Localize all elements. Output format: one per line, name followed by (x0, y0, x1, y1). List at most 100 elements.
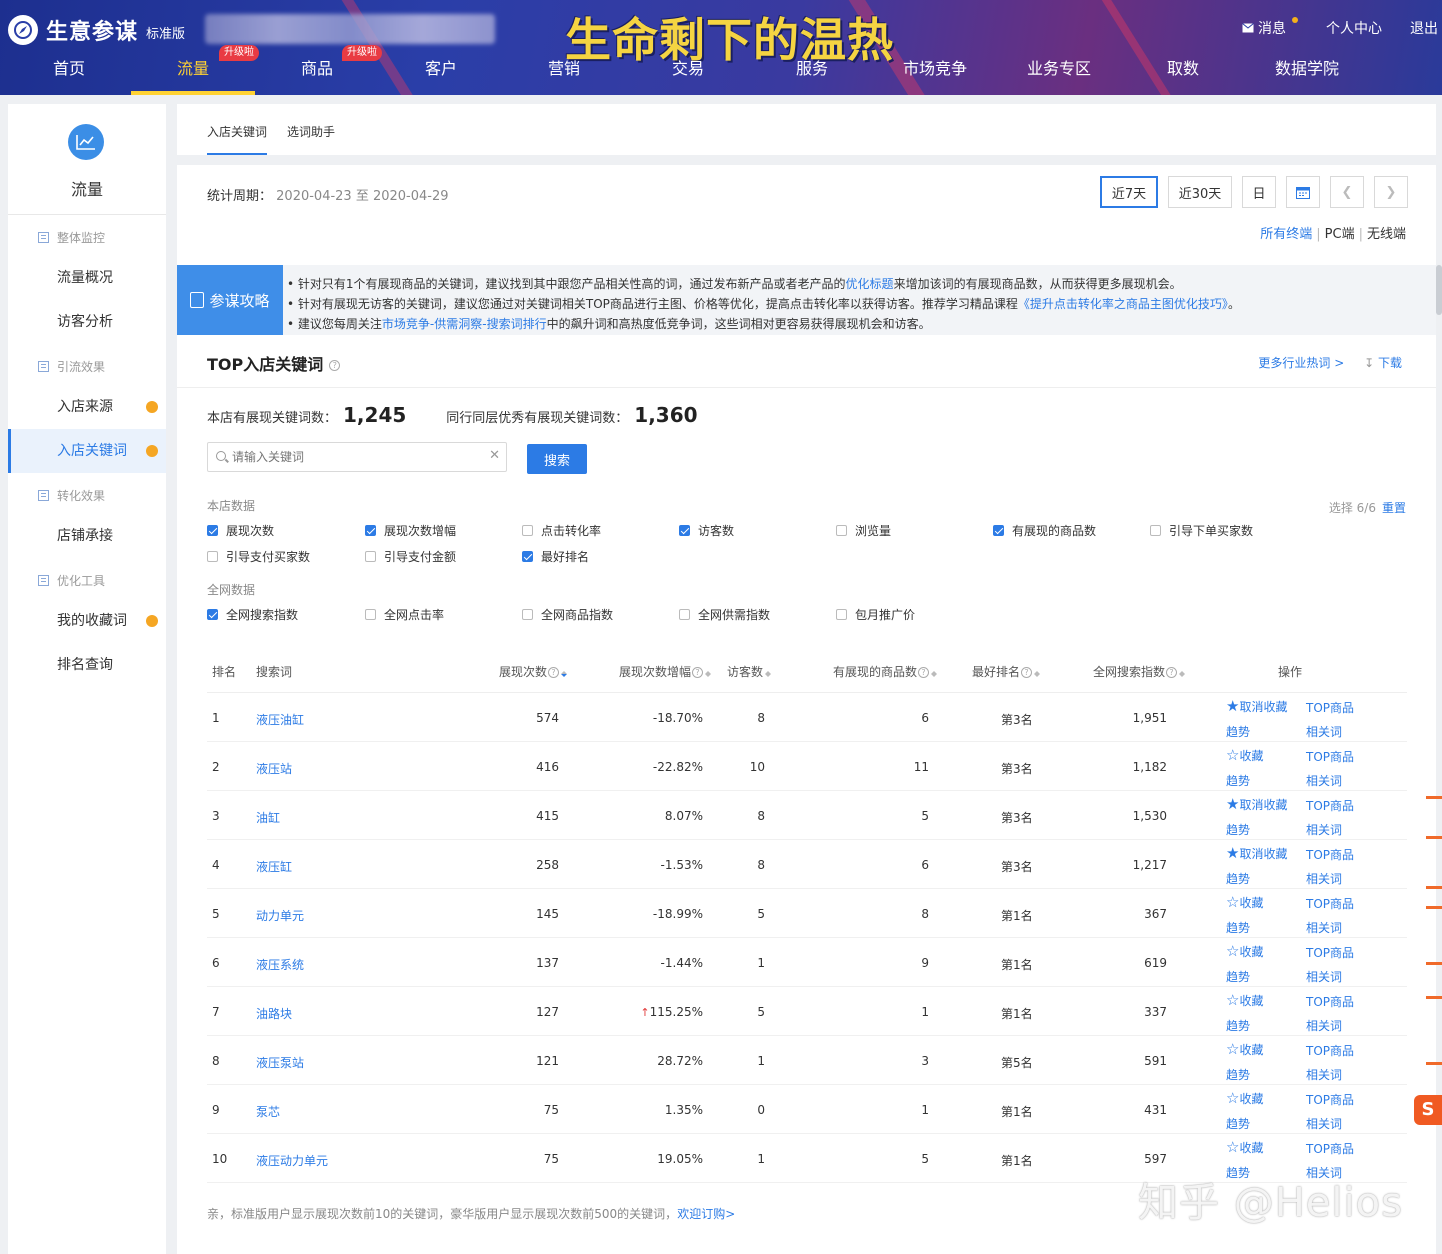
last-7-days-button[interactable]: 近7天 (1100, 176, 1158, 208)
search-input[interactable] (232, 443, 482, 471)
nav-business-zone[interactable]: 业务专区 (1014, 58, 1104, 95)
nav-academy[interactable]: 数据学院 (1262, 58, 1352, 95)
brand-logo[interactable]: 生意参谋 标准版 (8, 14, 185, 46)
top-products-link[interactable]: TOP商品 (1306, 699, 1354, 716)
sidebar-item-favorite-words[interactable]: 我的收藏词 (8, 599, 166, 643)
top-products-link[interactable]: TOP商品 (1306, 797, 1354, 814)
metric-checkbox[interactable]: 有展现的商品数 (993, 522, 1096, 539)
trend-link[interactable]: 趋势 (1226, 919, 1250, 936)
favorite-toggle[interactable]: ☆收藏 (1226, 942, 1263, 960)
related-words-link[interactable]: 相关词 (1306, 821, 1342, 838)
scrollbar[interactable] (1436, 265, 1442, 315)
favorite-toggle[interactable]: ☆收藏 (1226, 1089, 1263, 1107)
favorite-toggle[interactable]: ☆收藏 (1226, 893, 1263, 911)
top-products-link[interactable]: TOP商品 (1306, 944, 1354, 961)
cell-keyword[interactable]: 液压缸 (256, 858, 292, 875)
nav-traffic[interactable]: 流量 升级啦 (131, 45, 259, 95)
download-link[interactable]: 下载 (1378, 356, 1402, 370)
header-visitors[interactable]: 访客数 (727, 663, 772, 680)
nav-trade[interactable]: 交易 (649, 58, 727, 95)
header-growth[interactable]: 展现次数增幅? (619, 663, 712, 680)
related-words-link[interactable]: 相关词 (1306, 919, 1342, 936)
favorite-toggle[interactable]: ★取消收藏 (1226, 795, 1287, 813)
metric-checkbox[interactable]: 访客数 (679, 522, 734, 539)
clear-icon[interactable]: ✕ (489, 448, 500, 463)
trend-link[interactable]: 趋势 (1226, 870, 1250, 887)
metric-checkbox[interactable]: 包月推广价 (836, 606, 915, 623)
cell-keyword[interactable]: 液压动力单元 (256, 1152, 328, 1169)
cell-keyword[interactable]: 液压油缸 (256, 711, 304, 728)
cell-keyword[interactable]: 液压站 (256, 760, 292, 777)
favorite-toggle[interactable]: ☆收藏 (1226, 746, 1263, 764)
related-words-link[interactable]: 相关词 (1306, 968, 1342, 985)
related-words-link[interactable]: 相关词 (1306, 1017, 1342, 1034)
trend-link[interactable]: 趋势 (1226, 772, 1250, 789)
course-link[interactable]: 《提升点击转化率之商品主图优化技巧》 (1018, 297, 1228, 311)
top-products-link[interactable]: TOP商品 (1306, 1042, 1354, 1059)
sidebar-item-rank-query[interactable]: 排名查询 (8, 643, 166, 687)
cell-keyword[interactable]: 油缸 (256, 809, 280, 826)
cell-keyword[interactable]: 泵芯 (256, 1103, 280, 1120)
metric-checkbox[interactable]: 展现次数 (207, 522, 274, 539)
metric-checkbox[interactable]: 引导支付买家数 (207, 548, 310, 565)
nav-products[interactable]: 商品 升级啦 (278, 45, 382, 95)
tab-store-keywords[interactable]: 入店关键词 (207, 123, 268, 155)
related-words-link[interactable]: 相关词 (1306, 1066, 1342, 1083)
trend-link[interactable]: 趋势 (1226, 1115, 1250, 1132)
nav-marketing[interactable]: 营销 (525, 58, 603, 95)
device-mobile[interactable]: 无线端 (1367, 227, 1406, 242)
cell-keyword[interactable]: 油路块 (256, 1005, 292, 1022)
prev-period-button[interactable]: ❮ (1330, 176, 1364, 208)
optimize-title-link[interactable]: 优化标题 (846, 277, 894, 291)
sidebar-item-sources[interactable]: 入店来源 (8, 385, 166, 429)
top-products-link[interactable]: TOP商品 (1306, 1091, 1354, 1108)
sidebar-item-store-landing[interactable]: 店铺承接 (8, 514, 166, 558)
related-words-link[interactable]: 相关词 (1306, 772, 1342, 789)
trend-link[interactable]: 趋势 (1226, 968, 1250, 985)
metric-checkbox[interactable]: 全网供需指数 (679, 606, 770, 623)
related-words-link[interactable]: 相关词 (1306, 723, 1342, 740)
logout-link[interactable]: 退出 (1410, 18, 1438, 38)
tab-keyword-assistant[interactable]: 选词助手 (287, 123, 335, 140)
top-products-link[interactable]: TOP商品 (1306, 895, 1354, 912)
help-icon[interactable]: ? (329, 360, 341, 371)
metric-checkbox[interactable]: 展现次数增幅 (365, 522, 456, 539)
cell-keyword[interactable]: 液压泵站 (256, 1054, 304, 1071)
related-words-link[interactable]: 相关词 (1306, 870, 1342, 887)
metric-checkbox[interactable]: 全网点击率 (365, 606, 444, 623)
favorite-toggle[interactable]: ☆收藏 (1226, 1040, 1263, 1058)
subscribe-link[interactable]: 欢迎订购> (677, 1207, 735, 1221)
related-words-link[interactable]: 相关词 (1306, 1115, 1342, 1132)
favorite-toggle[interactable]: ☆收藏 (1226, 1138, 1263, 1156)
messages-link[interactable]: 消息 (1242, 17, 1298, 38)
favorite-toggle[interactable]: ★取消收藏 (1226, 844, 1287, 862)
last-30-days-button[interactable]: 近30天 (1168, 176, 1232, 208)
reset-link[interactable]: 重置 (1382, 501, 1406, 515)
trend-link[interactable]: 趋势 (1226, 723, 1250, 740)
favorite-toggle[interactable]: ☆收藏 (1226, 991, 1263, 1009)
metric-checkbox[interactable]: 全网商品指数 (522, 606, 613, 623)
nav-market[interactable]: 市场竞争 (890, 58, 980, 95)
calendar-button[interactable] (1286, 176, 1320, 208)
header-search-index[interactable]: 全网搜索指数? (1093, 663, 1186, 680)
nav-home[interactable]: 首页 (30, 58, 108, 95)
nav-customers[interactable]: 客户 (402, 58, 480, 95)
top-products-link[interactable]: TOP商品 (1306, 748, 1354, 765)
device-pc[interactable]: PC端 (1325, 227, 1355, 242)
metric-checkbox[interactable]: 引导下单买家数 (1150, 522, 1253, 539)
device-all[interactable]: 所有终端 (1260, 227, 1312, 242)
top-products-link[interactable]: TOP商品 (1306, 846, 1354, 863)
nav-data-fetch[interactable]: 取数 (1144, 58, 1222, 95)
trend-link[interactable]: 趋势 (1226, 1066, 1250, 1083)
next-period-button[interactable]: ❯ (1374, 176, 1408, 208)
sidebar-item-traffic-overview[interactable]: 流量概况 (8, 256, 166, 300)
sidebar-item-visitor-analysis[interactable]: 访客分析 (8, 300, 166, 344)
trend-link[interactable]: 趋势 (1226, 821, 1250, 838)
search-button[interactable]: 搜索 (527, 444, 587, 474)
metric-checkbox[interactable]: 点击转化率 (522, 522, 601, 539)
metric-checkbox[interactable]: 引导支付金额 (365, 548, 456, 565)
top-products-link[interactable]: TOP商品 (1306, 1140, 1354, 1157)
favorite-toggle[interactable]: ★取消收藏 (1226, 697, 1287, 715)
header-best-rank[interactable]: 最好排名? (972, 663, 1041, 680)
trend-link[interactable]: 趋势 (1226, 1017, 1250, 1034)
